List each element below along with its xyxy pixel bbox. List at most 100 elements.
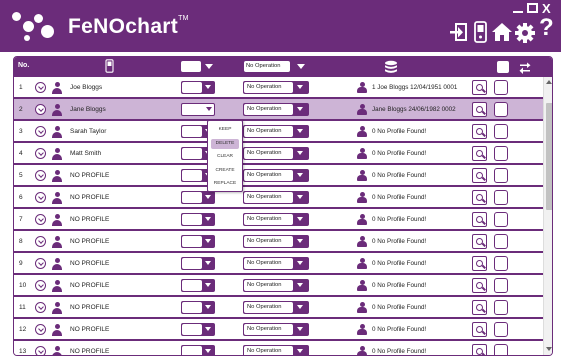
action-select[interactable] — [181, 103, 215, 116]
expand-chevron-icon[interactable] — [35, 280, 46, 291]
expand-chevron-icon[interactable] — [35, 236, 46, 247]
chevron-down-icon[interactable] — [297, 305, 303, 309]
chevron-down-icon[interactable] — [297, 173, 303, 177]
operation-select[interactable]: No Operation — [243, 103, 309, 116]
operation-select[interactable]: No Operation — [243, 147, 309, 160]
operation-select[interactable]: No Operation — [243, 235, 309, 248]
row-checkbox[interactable] — [494, 344, 508, 355]
search-icon[interactable] — [472, 300, 487, 315]
row-checkbox[interactable] — [494, 322, 508, 337]
settings-icon[interactable] — [514, 22, 536, 44]
operation-select[interactable]: No Operation — [243, 345, 309, 355]
chevron-down-icon[interactable] — [205, 305, 211, 309]
row-checkbox[interactable] — [494, 278, 508, 293]
row-checkbox[interactable] — [494, 190, 508, 205]
chevron-down-icon[interactable] — [206, 107, 212, 111]
chevron-down-icon[interactable] — [205, 195, 211, 199]
expand-chevron-icon[interactable] — [35, 126, 46, 137]
chevron-down-icon[interactable] — [205, 349, 211, 353]
chevron-down-icon[interactable] — [205, 85, 211, 89]
expand-chevron-icon[interactable] — [35, 302, 46, 313]
operation-select[interactable]: No Operation — [243, 213, 309, 226]
expand-chevron-icon[interactable] — [35, 258, 46, 269]
dropdown-option-delete[interactable]: DELETE — [211, 138, 239, 149]
table-row[interactable]: 13 NO PROFILE No Operation 0 No Profile Fou… — [14, 341, 543, 355]
chevron-down-icon[interactable] — [205, 261, 211, 265]
chevron-down-icon[interactable] — [297, 195, 303, 199]
chevron-down-icon[interactable] — [297, 239, 303, 243]
table-row[interactable]: 7 NO PROFILE No Operation 0 No Profile Foun… — [14, 209, 543, 231]
table-row[interactable]: 4 Matt Smith No Operation 0 No Profile Foun… — [14, 143, 543, 165]
chevron-down-icon[interactable] — [297, 64, 305, 69]
scrollbar-thumb[interactable] — [546, 103, 552, 210]
operation-select[interactable]: No Operation — [243, 257, 309, 270]
search-icon[interactable] — [472, 322, 487, 337]
operation-select[interactable]: No Operation — [243, 301, 309, 314]
transfer-icon[interactable] — [519, 61, 531, 74]
search-icon[interactable] — [472, 212, 487, 227]
bulk-operation-select[interactable]: No Operation — [244, 61, 290, 73]
row-checkbox[interactable] — [494, 212, 508, 227]
chevron-down-icon[interactable] — [205, 239, 211, 243]
table-row[interactable]: 2 Jane Bloggs No Operation Jane Bloggs 24/0… — [14, 99, 543, 121]
dropdown-option-create[interactable]: CREATE — [208, 166, 242, 176]
operation-select[interactable]: No Operation — [243, 125, 309, 138]
operation-select[interactable]: No Operation — [243, 169, 309, 182]
table-row[interactable]: 12 NO PROFILE No Operation 0 No Profile Fou… — [14, 319, 543, 341]
chevron-down-icon[interactable] — [297, 85, 303, 89]
table-row[interactable]: 9 NO PROFILE No Operation 0 No Profile Foun… — [14, 253, 543, 275]
chevron-down-icon[interactable] — [297, 217, 303, 221]
expand-chevron-icon[interactable] — [35, 170, 46, 181]
chevron-down-icon[interactable] — [297, 261, 303, 265]
search-icon[interactable] — [472, 344, 487, 355]
scroll-up-icon[interactable] — [546, 80, 552, 84]
expand-chevron-icon[interactable] — [35, 104, 46, 115]
help-button[interactable]: ? — [539, 16, 554, 40]
dropdown-option-clear[interactable]: CLEAR — [208, 152, 242, 162]
row-checkbox[interactable] — [494, 124, 508, 139]
search-icon[interactable] — [472, 234, 487, 249]
action-select[interactable] — [181, 235, 215, 248]
action-select[interactable] — [181, 191, 215, 204]
row-checkbox[interactable] — [494, 80, 508, 95]
action-select[interactable] — [181, 323, 215, 336]
chevron-down-icon[interactable] — [205, 217, 211, 221]
vertical-scrollbar[interactable] — [543, 77, 552, 355]
chevron-down-icon[interactable] — [297, 349, 303, 353]
dropdown-option-keep[interactable]: KEEP — [208, 125, 242, 135]
table-row[interactable]: 6 NO PROFILE No Operation 0 No Profile Foun… — [14, 187, 543, 209]
search-icon[interactable] — [472, 190, 487, 205]
table-row[interactable]: 10 NO PROFILE No Operation 0 No Profile Fou… — [14, 275, 543, 297]
chevron-down-icon[interactable] — [297, 327, 303, 331]
chevron-down-icon[interactable] — [205, 283, 211, 287]
expand-chevron-icon[interactable] — [35, 82, 46, 93]
table-row[interactable]: 8 NO PROFILE No Operation 0 No Profile Foun… — [14, 231, 543, 253]
search-icon[interactable] — [472, 256, 487, 271]
expand-chevron-icon[interactable] — [35, 148, 46, 159]
expand-chevron-icon[interactable] — [35, 324, 46, 335]
row-checkbox[interactable] — [494, 234, 508, 249]
select-all-checkbox[interactable] — [497, 61, 509, 73]
table-row[interactable]: 1 Joe Bloggs No Operation 1 Joe Bloggs 12/0… — [14, 77, 543, 99]
row-checkbox[interactable] — [494, 300, 508, 315]
logout-icon[interactable] — [448, 22, 470, 44]
chevron-down-icon[interactable] — [297, 107, 303, 111]
table-row[interactable]: 5 NO PROFILE No Operation 0 No Profile Foun… — [14, 165, 543, 187]
chevron-down-icon[interactable] — [297, 129, 303, 133]
expand-chevron-icon[interactable] — [35, 346, 46, 355]
action-select[interactable] — [181, 345, 215, 355]
chevron-down-icon[interactable] — [297, 283, 303, 287]
chevron-down-icon[interactable] — [205, 327, 211, 331]
row-checkbox[interactable] — [494, 146, 508, 161]
home-icon[interactable] — [491, 21, 513, 43]
table-row[interactable]: 3 Sarah Taylor No Operation 0 No Profile Fo… — [14, 121, 543, 143]
action-select[interactable] — [181, 257, 215, 270]
action-select[interactable] — [181, 213, 215, 226]
operation-select[interactable]: No Operation — [243, 81, 309, 94]
scroll-down-icon[interactable] — [546, 347, 552, 351]
dropdown-option-replace[interactable]: REPLACE — [208, 179, 242, 189]
search-icon[interactable] — [472, 124, 487, 139]
row-checkbox[interactable] — [494, 256, 508, 271]
operation-select[interactable]: No Operation — [243, 323, 309, 336]
maximize-icon[interactable] — [527, 3, 538, 13]
